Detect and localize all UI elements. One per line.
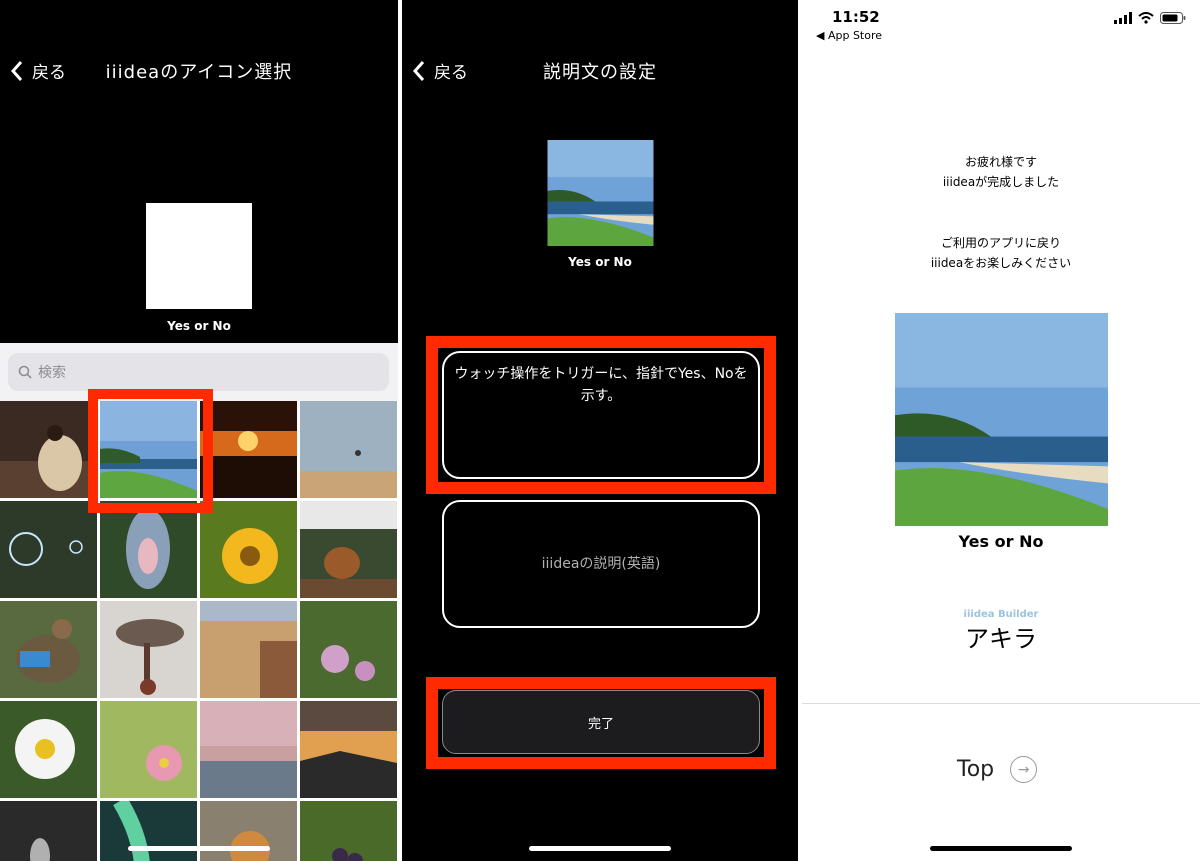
image-tile[interactable] bbox=[300, 401, 397, 498]
message-line: iiideaをお楽しみください bbox=[930, 256, 1072, 270]
separator bbox=[802, 703, 1200, 704]
image-tile[interactable] bbox=[0, 401, 97, 498]
selection-highlight bbox=[88, 389, 213, 513]
image-tile[interactable] bbox=[0, 801, 97, 861]
image-tile[interactable] bbox=[0, 601, 97, 698]
home-indicator bbox=[128, 846, 270, 851]
image-tile[interactable] bbox=[200, 701, 297, 798]
description-en-placeholder: iiideaの説明(英語) bbox=[541, 556, 661, 572]
search-placeholder: 検索 bbox=[38, 365, 66, 381]
image-tile[interactable] bbox=[300, 501, 397, 598]
image-tile[interactable] bbox=[100, 701, 197, 798]
description-settings-screen: 戻る 説明文の設定 Yes or No ウォッチ操作をトリガーに、指針でYes、… bbox=[402, 0, 798, 861]
image-tile[interactable] bbox=[100, 501, 197, 598]
signal-icon bbox=[1114, 12, 1132, 24]
icon-caption: Yes or No bbox=[958, 532, 1044, 551]
top-label: Top bbox=[957, 757, 995, 782]
image-tile[interactable] bbox=[300, 701, 397, 798]
home-indicator bbox=[529, 846, 671, 851]
builder-name: アキラ bbox=[965, 625, 1037, 653]
page-title: 説明文の設定 bbox=[543, 62, 657, 83]
arrow-right-circle-icon: → bbox=[1010, 756, 1038, 783]
clock: 11:52 bbox=[832, 8, 880, 26]
top-button[interactable]: Top → bbox=[957, 756, 1038, 783]
image-tile[interactable] bbox=[0, 501, 97, 598]
description-en-field[interactable]: iiideaの説明(英語) bbox=[442, 500, 760, 628]
done-button[interactable]: 完了 bbox=[442, 690, 760, 754]
battery-icon bbox=[1160, 12, 1186, 24]
completion-message: お疲れ様です iiideaが完成しました bbox=[802, 152, 1200, 192]
image-tile[interactable] bbox=[100, 601, 197, 698]
nav-bar: 戻る 説明文の設定 bbox=[402, 52, 798, 88]
iiidea-icon-image bbox=[895, 313, 1108, 526]
status-icons bbox=[1114, 12, 1186, 24]
return-message: ご利用のアプリに戻り iiideaをお楽しみください bbox=[802, 233, 1200, 273]
search-input[interactable]: 検索 bbox=[8, 353, 389, 391]
description-jp-text: ウォッチ操作をトリガーに、指針でYes、Noを示す。 bbox=[454, 366, 748, 404]
image-tile[interactable] bbox=[300, 601, 397, 698]
back-to-app-store-link[interactable]: ◀ App Store bbox=[816, 29, 882, 42]
image-tile[interactable] bbox=[100, 801, 197, 861]
wifi-icon bbox=[1138, 12, 1154, 24]
icon-caption: Yes or No bbox=[167, 319, 231, 333]
icon-thumbnail bbox=[547, 140, 654, 246]
image-tile[interactable] bbox=[300, 801, 397, 861]
builder-label: iiidea Builder bbox=[963, 609, 1039, 620]
search-icon bbox=[18, 365, 32, 379]
nav-bar: 戻る iiideaのアイコン選択 bbox=[0, 52, 398, 88]
image-tile[interactable] bbox=[200, 401, 297, 498]
home-indicator bbox=[930, 846, 1072, 851]
image-tile[interactable] bbox=[200, 601, 297, 698]
status-bar: 11:52 ◀ App Store bbox=[802, 8, 1200, 48]
message-line: iiideaが完成しました bbox=[942, 175, 1060, 189]
description-jp-field[interactable]: ウォッチ操作をトリガーに、指針でYes、Noを示す。 bbox=[442, 351, 760, 479]
icon-select-screen: 戻る iiideaのアイコン選択 Yes or No 検索 bbox=[0, 0, 398, 861]
page-title: iiideaのアイコン選択 bbox=[105, 62, 293, 83]
message-line: ご利用のアプリに戻り bbox=[940, 236, 1061, 250]
image-tile[interactable] bbox=[200, 801, 297, 861]
done-label: 完了 bbox=[587, 716, 614, 732]
selected-icon-preview bbox=[146, 203, 252, 309]
image-tile[interactable] bbox=[200, 501, 297, 598]
completion-screen: 11:52 ◀ App Store お疲れ様です iiideaが完成しました ご… bbox=[802, 0, 1200, 861]
image-tile[interactable] bbox=[0, 701, 97, 798]
message-line: お疲れ様です bbox=[964, 155, 1037, 169]
icon-caption: Yes or No bbox=[568, 255, 632, 269]
